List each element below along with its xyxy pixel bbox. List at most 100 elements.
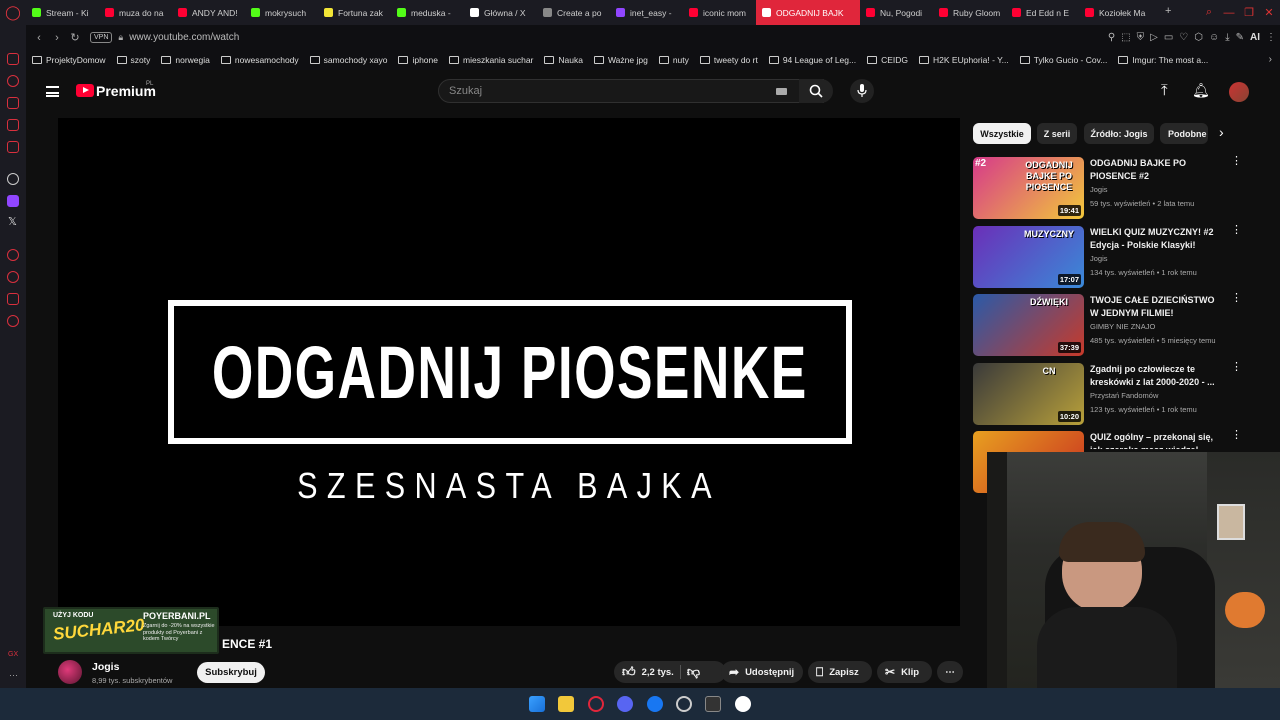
bookmark-item[interactable]: nowesamochody <box>220 55 299 65</box>
bookmark-item[interactable]: norwegia <box>161 55 210 65</box>
recommendation-thumbnail[interactable]: ODGADNIJ BAJKE PO PIOSENCE #2 19:41 <box>973 157 1084 219</box>
recommendation-menu-icon[interactable]: ⋮ <box>1231 156 1242 167</box>
chip-source[interactable]: Źródło: Jogis <box>1084 123 1154 144</box>
bookmark-item[interactable]: CEIDG <box>867 55 908 65</box>
windows-start-icon[interactable] <box>529 696 545 712</box>
youtube-logo-icon[interactable] <box>76 84 94 97</box>
video-player[interactable]: ODGADNIJ PIOSENKE SZESNASTA BAJKA <box>58 118 960 626</box>
chip-all[interactable]: Wszystkie <box>973 123 1031 144</box>
sidebar-chatgpt-icon[interactable] <box>7 173 19 185</box>
chip-similar[interactable]: Podobne <box>1160 123 1208 144</box>
sidebar-clock-icon[interactable] <box>7 271 19 283</box>
sidebar-bag-icon[interactable] <box>7 97 19 109</box>
more-actions-button[interactable]: ⋯ <box>937 661 963 683</box>
recommendation-channel[interactable]: Jogis <box>1090 185 1108 194</box>
browser-tab[interactable]: Nu, Pogodi <box>860 0 933 25</box>
bookmarks-overflow-icon[interactable]: › <box>1269 54 1272 65</box>
profile-icon[interactable]: ☺ <box>1209 32 1219 43</box>
browser-tab[interactable]: Fortuna zak <box>318 0 391 25</box>
browser-tab[interactable]: inet_easy - <box>610 0 683 25</box>
shield-icon[interactable]: ⛨ <box>1137 32 1145 43</box>
bookmark-item[interactable]: 94 League of Leg... <box>768 55 856 65</box>
like-count[interactable]: 2,2 tys. <box>642 667 674 678</box>
facebook-icon[interactable] <box>647 696 663 712</box>
browser-tab[interactable]: Główna / X <box>464 0 537 25</box>
browser-tab[interactable]: mokrysuch <box>245 0 318 25</box>
bookmark-item[interactable]: mieszkania suchar <box>449 55 533 65</box>
sidebar-m-icon[interactable] <box>7 141 19 153</box>
recommendation-thumbnail[interactable]: MUZYCZNY 17:07 <box>973 226 1084 288</box>
subscribe-button[interactable]: Subskrybuj <box>197 662 265 683</box>
snapshot-icon[interactable]: ⬚ <box>1121 32 1130 43</box>
recommendation-item[interactable]: DŹWIĘKI 37:39 TWOJE CAŁE DZIECIŃSTWO W JED… <box>973 293 1242 358</box>
aria-ai-button[interactable]: AI <box>1250 32 1260 43</box>
search-button[interactable] <box>799 79 833 103</box>
maximize-button[interactable]: ❐ <box>1240 0 1258 25</box>
recommendation-thumbnail[interactable]: DŹWIĘKI 37:39 <box>973 294 1084 356</box>
voice-search-button[interactable] <box>850 79 874 103</box>
like-icon[interactable]: 👍︎ <box>622 664 636 680</box>
create-upload-icon[interactable]: ⤒ <box>1161 82 1168 99</box>
bookmark-item[interactable]: Imgur: The most a... <box>1118 55 1208 65</box>
pin-icon[interactable]: ⚲ <box>1108 32 1115 43</box>
hamburger-menu-icon[interactable] <box>46 86 59 97</box>
play-icon[interactable]: ▷ <box>1150 32 1158 43</box>
browser-tab[interactable]: muza do na <box>99 0 172 25</box>
vpn-badge[interactable]: VPN <box>90 32 113 43</box>
recommendation-title[interactable]: QUIZ ogólny – przekonaj się, jak szeroka… <box>1090 431 1225 449</box>
recommendation-menu-icon[interactable]: ⋮ <box>1231 362 1242 373</box>
sidebar-more-icon[interactable]: ··· <box>9 670 18 680</box>
bookmark-item[interactable]: Nauka <box>544 55 583 65</box>
share-button[interactable]: ➦ Udostępnij <box>721 661 803 683</box>
close-button[interactable]: ✕ <box>1260 0 1278 25</box>
discord-icon[interactable] <box>617 696 633 712</box>
browser-tab[interactable]: ODGADNIJ BAJK <box>756 0 860 25</box>
app-icon[interactable] <box>735 696 751 712</box>
menu-icon[interactable]: ⋮ <box>1266 32 1276 43</box>
browser-tab[interactable]: iconic mom <box>683 0 756 25</box>
bookmark-item[interactable]: Ważne jpg <box>593 55 648 65</box>
bookmark-item[interactable]: iphone <box>398 55 438 65</box>
recommendation-title[interactable]: WIELKI QUIZ MUZYCZNY! #2 Edycja - Polski… <box>1090 226 1225 252</box>
recommendation-title[interactable]: ODGADNIJ BAJKE PO PIOSENCE #2 <box>1090 157 1225 183</box>
reload-button[interactable]: ↻ <box>66 25 84 50</box>
bookmark-item[interactable]: nuty <box>658 55 689 65</box>
sidebar-box-icon[interactable] <box>7 293 19 305</box>
recommendation-thumbnail[interactable]: CN 10:20 <box>973 363 1084 425</box>
recommendation-menu-icon[interactable]: ⋮ <box>1231 430 1242 441</box>
sidebar-twitch-icon[interactable] <box>7 195 19 207</box>
recommendation-menu-icon[interactable]: ⋮ <box>1231 225 1242 236</box>
browser-tab[interactable]: meduska - <box>391 0 464 25</box>
browser-tab[interactable]: ANDY AND! <box>172 0 245 25</box>
download-icon[interactable]: ⤓ <box>1225 32 1229 43</box>
easy-files-icon[interactable]: ✎ <box>1236 32 1244 43</box>
recommendation-title[interactable]: TWOJE CAŁE DZIECIŃSTWO W JEDNYM FILMIE! <box>1090 294 1225 320</box>
browser-tab[interactable]: Stream - Ki <box>26 0 99 25</box>
sidebar-messenger-icon[interactable] <box>7 53 19 65</box>
wallet-icon[interactable]: ▭ <box>1164 32 1173 43</box>
url-field[interactable]: www.youtube.com/watch <box>129 32 239 43</box>
terminal-icon[interactable] <box>705 696 721 712</box>
bookmark-item[interactable]: samochody xayo <box>309 55 387 65</box>
sidebar-player-icon[interactable] <box>7 249 19 261</box>
recommendation-item[interactable]: MUZYCZNY 17:07 WIELKI QUIZ MUZYCZNY! #2 Ed… <box>973 225 1242 290</box>
search-tabs-icon[interactable]: ⌕ <box>1200 0 1218 25</box>
keyboard-icon[interactable] <box>776 88 787 95</box>
sidebar-news-icon[interactable] <box>7 119 19 131</box>
notifications-bell-icon[interactable]: 🔔︎ <box>1192 82 1210 99</box>
bookmark-item[interactable]: H2K EUphoria! - Y... <box>919 55 1009 65</box>
clip-button[interactable]: ✂ Klip <box>877 661 932 683</box>
new-tab-button[interactable]: + <box>1165 5 1171 17</box>
bookmark-item[interactable]: Tylko Gucio - Cov... <box>1019 55 1107 65</box>
chip-series[interactable]: Z serii <box>1037 123 1077 144</box>
opera-menu-icon[interactable]: ◯ <box>0 0 26 25</box>
back-button[interactable]: ‹ <box>30 25 48 50</box>
sidebar-settings-icon[interactable] <box>7 315 19 327</box>
recommendation-title[interactable]: Zgadnij po człowiecze te kreskówki z lat… <box>1090 363 1225 389</box>
file-explorer-icon[interactable] <box>558 696 574 712</box>
dislike-icon[interactable]: 👎︎ <box>687 664 700 680</box>
lock-icon[interactable]: 🔒︎ <box>118 32 123 43</box>
recommendation-menu-icon[interactable]: ⋮ <box>1231 293 1242 304</box>
account-avatar[interactable] <box>1229 82 1249 102</box>
sidebar-history-icon[interactable] <box>7 75 19 87</box>
